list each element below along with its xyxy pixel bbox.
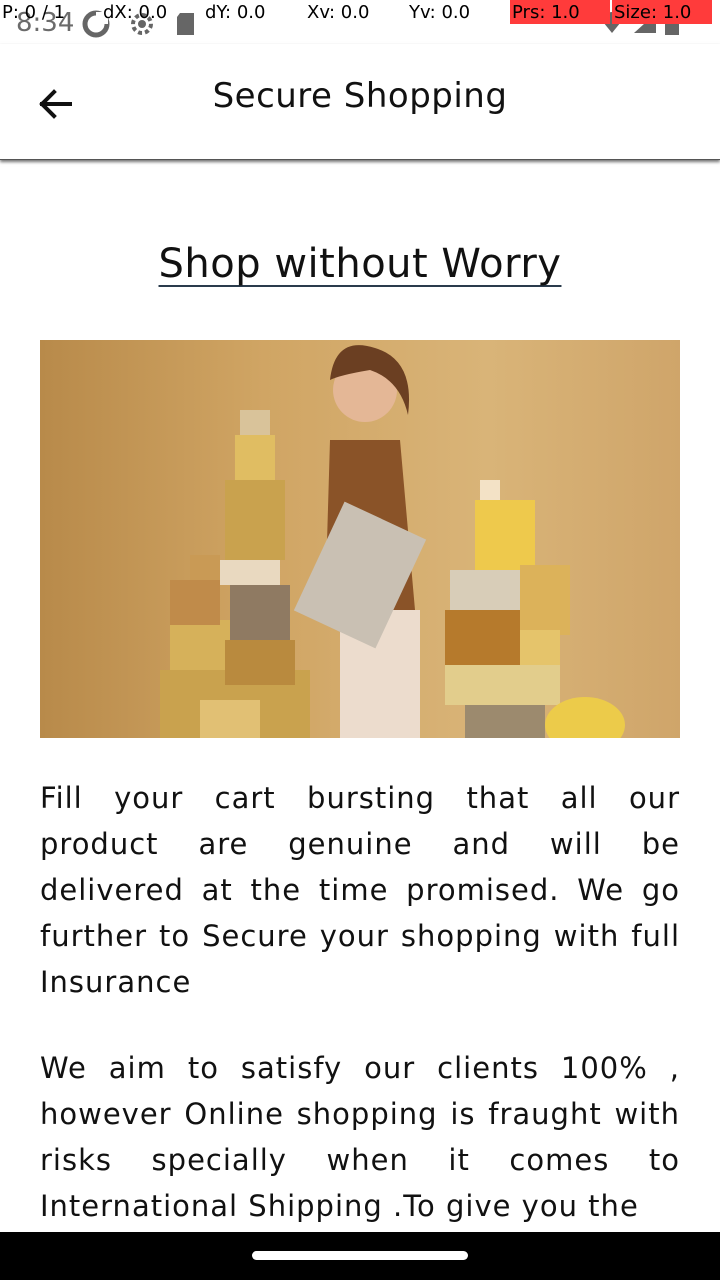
debug-yv: Yv: 0.0	[409, 2, 471, 23]
paragraph-satisfaction: We aim to satisfy our clients 100% , how…	[40, 1051, 680, 1223]
hero-image	[40, 340, 680, 738]
content-scroll[interactable]: Shop without Worry Fill your cart bursti…	[0, 161, 720, 1232]
page-title: Secure Shopping	[212, 76, 508, 116]
pointer-location-overlay: P: 0 / 1 dX: 0.0 dY: 0.0 Xv: 0.0 Yv: 0.0…	[0, 0, 720, 26]
debug-dy: dY: 0.0	[205, 2, 266, 23]
debug-size: Size: 1.0	[612, 0, 712, 24]
debug-xv: Xv: 0.0	[307, 2, 370, 23]
paragraph-genuine-products: Fill your cart bursting that all our pro…	[40, 781, 680, 999]
debug-pressure: Prs: 1.0	[510, 0, 610, 24]
section-heading-text: Shop without Worry	[158, 241, 562, 287]
gesture-handle[interactable]	[252, 1251, 468, 1260]
debug-dx: dX: 0.0	[103, 2, 168, 23]
debug-pointer: P: 0 / 1	[2, 2, 66, 23]
app-bar: Secure Shopping	[0, 44, 720, 160]
woman-with-gift-boxes-image	[160, 345, 625, 738]
section-heading: Shop without Worry	[0, 241, 720, 287]
navigation-bar	[0, 1232, 720, 1280]
